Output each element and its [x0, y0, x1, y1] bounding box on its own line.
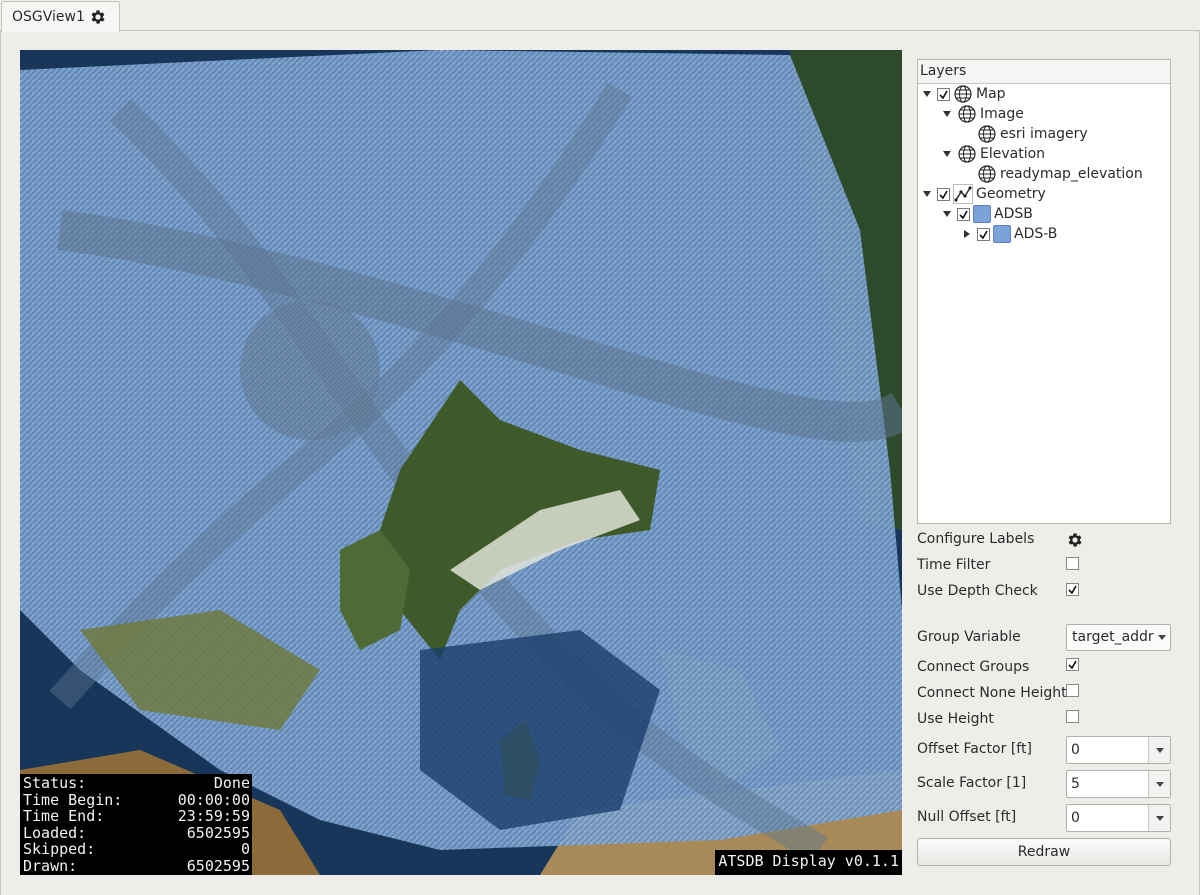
time-filter-checkbox[interactable]	[1066, 557, 1079, 570]
tree-item-ads-b[interactable]: ADS-B	[960, 224, 1057, 244]
ads-b-checkbox[interactable]	[977, 227, 990, 241]
layers-header: Layers	[918, 60, 1170, 84]
connect-groups-checkbox[interactable]	[1066, 658, 1079, 671]
version-label: ATSDB Display v0.1.1	[715, 850, 902, 875]
tree-item-label: Image	[980, 106, 1024, 122]
time-filter-label: Time Filter	[917, 557, 991, 573]
connect-groups-label: Connect Groups	[917, 659, 1030, 675]
tree-item-label: ADSB	[994, 206, 1033, 222]
color-swatch[interactable]	[993, 225, 1011, 243]
null-offset-combo[interactable]: 0	[1066, 804, 1171, 832]
tree-item-label: readymap_elevation	[1000, 166, 1143, 182]
null-offset-value: 0	[1071, 810, 1080, 826]
globe-icon	[954, 85, 972, 103]
map-render	[20, 50, 902, 875]
chevron-down-icon[interactable]	[1148, 737, 1170, 763]
gear-icon[interactable]	[89, 8, 107, 26]
globe-icon	[958, 105, 976, 123]
tree-item-label: Map	[976, 86, 1006, 102]
geometry-checkbox[interactable]	[937, 187, 950, 201]
skipped-row: Skipped: 0	[23, 840, 250, 859]
adsb-checkbox[interactable]	[957, 207, 970, 221]
status-overlay: Status: Done Time Begin: 00:00:00 Time End…	[20, 774, 252, 875]
time-begin-row: Time Begin: 00:00:00	[23, 790, 250, 809]
expand-arrow-icon[interactable]	[920, 84, 934, 104]
layers-tree[interactable]: Layers Map Image esri imagery Elevation	[917, 59, 1171, 524]
polyline-icon	[953, 184, 973, 204]
offset-factor-combo[interactable]: 0	[1066, 736, 1171, 764]
use-height-checkbox[interactable]	[1066, 710, 1079, 723]
tree-item-image[interactable]: Image	[940, 104, 1024, 124]
expand-arrow-icon[interactable]	[940, 204, 954, 224]
scale-factor-label: Scale Factor [1]	[917, 775, 1027, 791]
collapse-arrow-icon[interactable]	[960, 224, 974, 244]
connect-none-height-label: Connect None Height	[917, 685, 1067, 701]
osg-map-viewport[interactable]: Status: Done Time Begin: 00:00:00 Time End…	[20, 50, 902, 875]
scale-factor-value: 5	[1071, 776, 1080, 792]
offset-factor-value: 0	[1071, 742, 1080, 758]
status-row: Status: Done	[23, 774, 250, 792]
globe-icon	[978, 125, 996, 143]
globe-icon	[978, 165, 996, 183]
scale-factor-combo[interactable]: 5	[1066, 770, 1171, 798]
offset-factor-label: Offset Factor [ft]	[917, 741, 1032, 757]
tree-item-adsb[interactable]: ADSB	[940, 204, 1033, 224]
expand-arrow-icon[interactable]	[940, 104, 954, 124]
tree-item-elevation[interactable]: Elevation	[940, 144, 1045, 164]
use-depth-check-checkbox[interactable]	[1066, 583, 1079, 596]
tree-item-label: Elevation	[980, 146, 1046, 162]
tree-item-label: esri imagery	[1000, 126, 1088, 142]
chevron-down-icon[interactable]	[1148, 771, 1170, 797]
loaded-row: Loaded: 6502595	[23, 823, 250, 842]
expand-arrow-icon[interactable]	[920, 184, 934, 204]
tab-bar: OSGView1	[0, 0, 1200, 32]
expand-arrow-icon[interactable]	[940, 144, 954, 164]
tree-item-readymap-elevation[interactable]: readymap_elevation	[977, 164, 1143, 184]
use-depth-check-label: Use Depth Check	[917, 583, 1038, 599]
group-variable-label: Group Variable	[917, 629, 1021, 645]
gear-icon[interactable]	[1066, 531, 1084, 549]
configure-labels-label: Configure Labels	[917, 531, 1035, 547]
tree-item-label: ADS-B	[1014, 226, 1058, 242]
time-end-row: Time End: 23:59:59	[23, 807, 250, 826]
tab-osgview1[interactable]: OSGView1	[1, 1, 120, 32]
redraw-button[interactable]: Redraw	[917, 838, 1171, 866]
chevron-down-icon	[1158, 635, 1166, 640]
tree-item-geometry[interactable]: Geometry	[920, 184, 1046, 204]
tab-title: OSGView1	[12, 9, 85, 25]
use-height-label: Use Height	[917, 711, 994, 727]
chevron-down-icon[interactable]	[1148, 805, 1170, 831]
tree-item-label: Geometry	[976, 186, 1046, 202]
tree-item-map[interactable]: Map	[920, 84, 1006, 104]
drawn-row: Drawn: 6502595	[23, 856, 250, 875]
color-swatch[interactable]	[973, 205, 991, 223]
group-variable-value: target_addr	[1072, 629, 1154, 645]
connect-none-height-checkbox[interactable]	[1066, 684, 1079, 697]
globe-icon	[958, 145, 976, 163]
group-variable-select[interactable]: target_addr	[1066, 624, 1171, 651]
map-checkbox[interactable]	[937, 87, 950, 101]
null-offset-label: Null Offset [ft]	[917, 809, 1017, 825]
tree-item-esri-imagery[interactable]: esri imagery	[977, 124, 1088, 144]
